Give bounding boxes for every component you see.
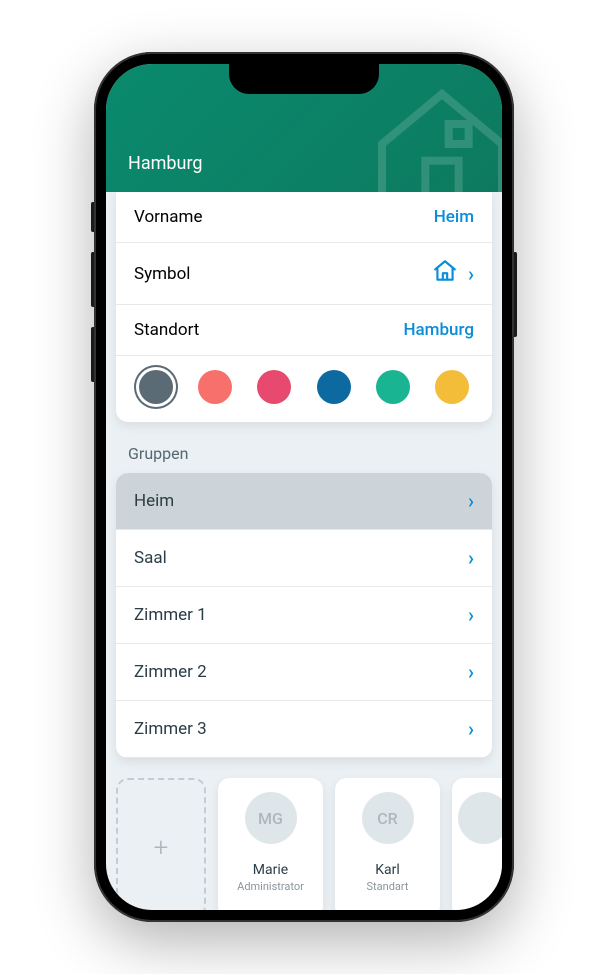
user-role: Administrator	[237, 880, 304, 893]
chevron-right-icon: ›	[468, 717, 474, 741]
home-icon	[432, 258, 458, 289]
add-user-button[interactable]: +	[116, 778, 206, 910]
chevron-right-icon: ›	[468, 546, 474, 570]
plus-icon: +	[154, 833, 169, 863]
symbol-row[interactable]: Symbol ›	[116, 243, 492, 305]
vorname-row[interactable]: Vorname Heim	[116, 192, 492, 243]
settings-card: Vorname Heim Symbol › Stand	[116, 192, 492, 422]
standort-row[interactable]: Standort Hamburg	[116, 305, 492, 356]
phone-side-buttons-left	[91, 202, 94, 402]
color-option-0[interactable]	[139, 370, 173, 404]
user-card[interactable]: CR Karl Standart	[335, 778, 440, 910]
user-name: Karl	[375, 862, 400, 878]
phone-notch	[229, 64, 379, 94]
standort-label: Standort	[134, 320, 199, 340]
group-row[interactable]: Zimmer 1 ›	[116, 587, 492, 644]
chevron-right-icon: ›	[468, 660, 474, 684]
standort-value: Hamburg	[403, 320, 474, 340]
house-watermark-icon	[362, 74, 502, 192]
group-label: Zimmer 3	[134, 719, 207, 739]
color-option-3[interactable]	[317, 370, 351, 404]
phone-side-button-right	[514, 252, 517, 337]
color-option-2[interactable]	[257, 370, 291, 404]
user-card[interactable]: MG Marie Administrator	[218, 778, 323, 910]
user-name: Marie	[253, 862, 288, 878]
phone-frame: Hamburg Vorname Heim Symbol ›	[94, 52, 514, 922]
screen: Hamburg Vorname Heim Symbol ›	[106, 64, 502, 910]
group-row[interactable]: Zimmer 3 ›	[116, 701, 492, 758]
groups-section-title: Gruppen	[106, 422, 502, 473]
groups-card: Heim › Saal › Zimmer 1 › Zimmer 2 › Zimmer 3 ›	[116, 473, 492, 758]
avatar	[458, 792, 502, 844]
user-card-partial[interactable]	[452, 778, 502, 910]
group-label: Heim	[134, 491, 174, 511]
page-title: Hamburg	[128, 153, 203, 174]
group-row[interactable]: Heim ›	[116, 473, 492, 530]
user-role: Standart	[367, 880, 409, 893]
avatar: MG	[245, 792, 297, 844]
symbol-label: Symbol	[134, 264, 190, 284]
color-picker	[116, 356, 492, 422]
vorname-label: Vorname	[134, 207, 202, 227]
color-option-5[interactable]	[435, 370, 469, 404]
chevron-right-icon: ›	[468, 262, 474, 286]
group-label: Zimmer 2	[134, 662, 207, 682]
chevron-right-icon: ›	[468, 603, 474, 627]
users-strip: + MG Marie Administrator CR Karl Standart	[106, 758, 502, 910]
group-row[interactable]: Zimmer 2 ›	[116, 644, 492, 701]
group-label: Zimmer 1	[134, 605, 207, 625]
group-label: Saal	[134, 548, 167, 568]
group-row[interactable]: Saal ›	[116, 530, 492, 587]
avatar: CR	[362, 792, 414, 844]
vorname-value: Heim	[434, 207, 474, 227]
color-option-4[interactable]	[376, 370, 410, 404]
color-option-1[interactable]	[198, 370, 232, 404]
chevron-right-icon: ›	[468, 489, 474, 513]
